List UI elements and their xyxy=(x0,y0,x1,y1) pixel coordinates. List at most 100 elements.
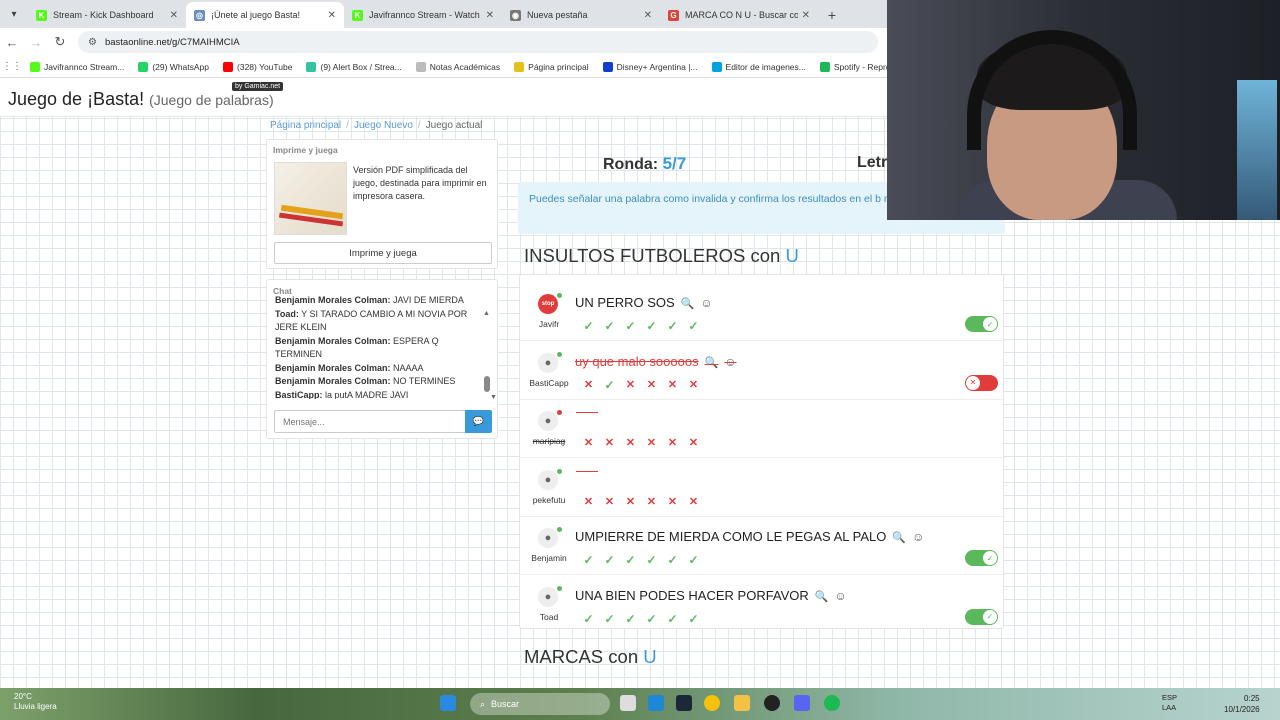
answer-word: UMPIERRE DE MIERDA COMO LE PEGAS AL PALO… xyxy=(575,529,924,544)
category-name: MARCAS con xyxy=(524,646,639,667)
system-clock[interactable]: 0:25 10/1/2026 xyxy=(1224,693,1260,715)
scroll-thumb[interactable] xyxy=(484,376,490,392)
language-code: ESP xyxy=(1162,693,1178,702)
weather-description: Lluvia ligera xyxy=(14,702,57,711)
new-tab-button[interactable]: + xyxy=(818,2,846,28)
bookmark-favicon-icon xyxy=(514,61,525,72)
bookmark-list: Javifrannco Stream... (29) WhatsApp (328) … xyxy=(30,61,928,72)
react-emoji-icon[interactable]: ☺ xyxy=(835,589,847,603)
chat-text: JAVI DE MIERDA xyxy=(393,295,464,305)
chrome-icon[interactable] xyxy=(704,695,720,711)
edge-icon[interactable] xyxy=(648,695,664,711)
chat-message-input[interactable] xyxy=(274,410,466,433)
task-view-icon[interactable] xyxy=(620,695,636,711)
obs-icon[interactable] xyxy=(764,695,780,711)
bookmark-item[interactable]: Página principal xyxy=(514,61,589,72)
cross-icon: ✕ xyxy=(625,437,636,449)
close-tab-icon[interactable]: ✕ xyxy=(644,10,652,21)
bookmark-item[interactable]: Javifrannco Stream... xyxy=(30,61,124,72)
breadcrumb-home[interactable]: Página principal xyxy=(270,120,341,131)
file-explorer-icon[interactable] xyxy=(734,695,750,711)
weather-widget[interactable]: 20°C Lluvia ligera xyxy=(14,692,57,712)
tab-title: MARCA CO N U - Buscar con G xyxy=(685,10,798,20)
breadcrumb-new-game[interactable]: Juego Nuevo xyxy=(354,120,413,131)
bookmark-item[interactable]: Notas Académicas xyxy=(415,61,500,72)
taskbar-search[interactable]: ⌕ Buscar xyxy=(470,693,610,715)
search-word-icon[interactable]: 🔍 xyxy=(705,357,719,369)
discord-icon[interactable] xyxy=(794,695,810,711)
search-word-icon[interactable]: 🔍 xyxy=(892,532,906,544)
validity-toggle[interactable]: ✕ xyxy=(965,374,998,391)
online-status-dot xyxy=(557,293,562,298)
google-icon: G xyxy=(668,9,679,21)
bookmark-label: Página principal xyxy=(528,61,589,72)
cross-icon: ✕ xyxy=(688,437,699,449)
bookmark-item[interactable]: (328) YouTube xyxy=(223,61,292,72)
site-info-icon[interactable]: ⚙ xyxy=(88,37,97,48)
site-title[interactable]: Juego de ¡Basta! (Juego de palabras) xyxy=(8,89,274,110)
print-and-play-button[interactable]: Imprime y juega xyxy=(274,242,492,264)
validity-toggle[interactable]: ✓ xyxy=(965,316,998,332)
url-text: bastaonline.net/g/C7MAIHMCIA xyxy=(104,36,240,48)
check-icon: ✓ xyxy=(604,377,615,392)
answer-text: UNA BIEN PODES HACER PORFAVOR xyxy=(575,587,809,603)
validity-toggle[interactable]: ✓ xyxy=(965,550,998,566)
cross-icon: ✕ xyxy=(625,495,636,508)
taskbar-search-label: Buscar xyxy=(491,699,520,709)
validity-toggle[interactable]: ✓ xyxy=(965,608,998,625)
steam-icon[interactable] xyxy=(676,695,692,711)
bookmark-item[interactable]: (29) WhatsApp xyxy=(138,61,209,72)
cross-icon: ✕ xyxy=(667,437,678,449)
cross-icon: ✕ xyxy=(646,437,657,449)
react-emoji-icon[interactable]: ☺ xyxy=(912,530,924,544)
back-icon[interactable]: ← xyxy=(0,35,24,50)
chat-username: Benjamin Morales Colman: xyxy=(275,295,391,305)
spotify-icon[interactable] xyxy=(824,695,840,711)
round-value: 5/7 xyxy=(662,154,687,173)
answer-row: ● Toad UNA BIEN PODES HACER PORFAVOR 🔍 ☺ ✓ ✓ ✓ ✓… xyxy=(520,575,1005,634)
chat-message: Benjamin Morales Colman: NO TERMINES xyxy=(275,375,481,389)
scroll-up-icon[interactable]: ▲ xyxy=(483,310,490,317)
vote-marks: ✕ ✕ ✕ ✕ ✕ ✕ xyxy=(578,495,704,508)
vote-marks: ✓ ✓ ✓ ✓ ✓ ✓ xyxy=(578,612,704,626)
chat-send-button[interactable]: 💬 xyxy=(465,410,492,433)
react-emoji-icon[interactable]: ☺ xyxy=(700,296,712,310)
check-icon: ✓ xyxy=(604,319,615,333)
check-icon: ✓ xyxy=(646,611,657,626)
player-name: Benjamin xyxy=(531,553,567,563)
reload-icon[interactable]: ↻ xyxy=(48,34,72,50)
search-word-icon[interactable]: 🔍 xyxy=(815,591,829,603)
chat-scrollbar[interactable]: ▲ ▼ xyxy=(483,302,497,402)
address-bar[interactable]: ⚙ bastaonline.net/g/C7MAIHMCIA xyxy=(78,31,878,53)
scroll-down-icon[interactable]: ▼ xyxy=(490,394,497,401)
bookmark-favicon-icon xyxy=(602,61,613,72)
close-tab-icon[interactable]: ✕ xyxy=(486,10,494,21)
bookmark-favicon-icon xyxy=(415,61,426,72)
bookmark-item[interactable]: Disney+ Argentina |... xyxy=(602,61,698,72)
windows-start-icon[interactable] xyxy=(440,695,456,711)
tab-title: Stream - Kick Dashboard xyxy=(53,10,154,20)
browser-tab[interactable]: ◉ Nueva pestaña ✕ xyxy=(502,2,660,28)
close-tab-icon[interactable]: ✕ xyxy=(328,10,336,21)
browser-tab[interactable]: K Javifrannco Stream - Watch Live ✕ xyxy=(344,2,502,28)
cross-icon: ✕ xyxy=(583,437,594,449)
language-indicator[interactable]: ESP LAA xyxy=(1162,693,1177,713)
react-emoji-icon[interactable]: ☺ xyxy=(724,355,736,369)
browser-tab[interactable]: ◎ ¡Únete al juego Basta! ✕ xyxy=(186,2,344,28)
online-status-dot xyxy=(557,351,562,357)
bookmark-item[interactable]: Editor de imagenes... xyxy=(711,61,806,72)
tab-search-menu-icon[interactable]: ▾ xyxy=(0,0,28,28)
check-icon: ✓ xyxy=(667,553,678,567)
breadcrumb-separator: / xyxy=(417,120,421,131)
bookmark-item[interactable]: (9) Alert Box / Strea... xyxy=(306,61,402,72)
forward-icon[interactable]: → xyxy=(24,35,48,50)
check-icon: ✓ xyxy=(583,611,594,626)
close-tab-icon[interactable]: ✕ xyxy=(170,10,178,21)
player-avatar-icon: ● xyxy=(538,586,558,607)
browser-tab[interactable]: G MARCA CO N U - Buscar con G ✕ xyxy=(660,2,818,28)
close-tab-icon[interactable]: ✕ xyxy=(802,10,810,21)
player-avatar-icon: ● xyxy=(538,352,558,373)
browser-tab[interactable]: K Stream - Kick Dashboard ✕ xyxy=(28,2,186,28)
apps-grid-icon[interactable]: ⋮⋮ xyxy=(0,61,24,72)
search-word-icon[interactable]: 🔍 xyxy=(681,298,695,310)
